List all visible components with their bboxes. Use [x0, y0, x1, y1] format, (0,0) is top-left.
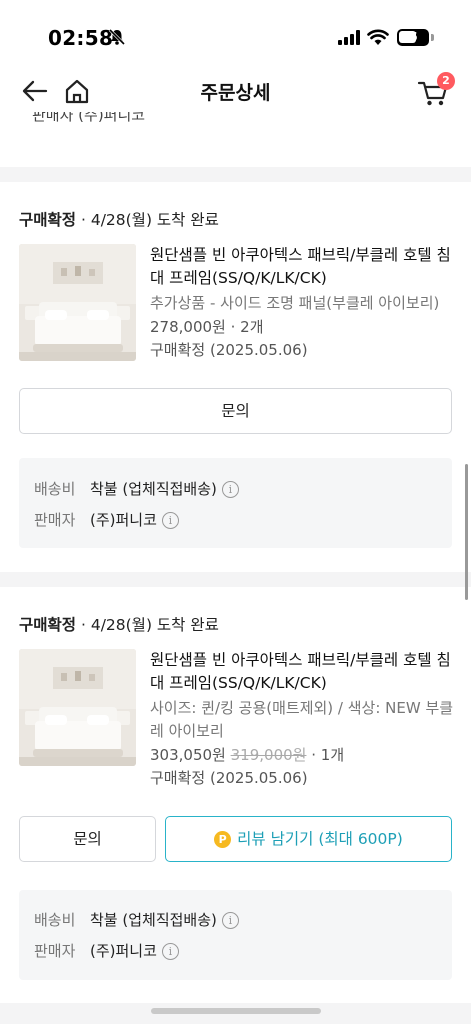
- shipping-fee-row: 배송비 착불 (업체직접배송) i: [34, 478, 239, 499]
- seller-info-icon[interactable]: i: [161, 943, 179, 960]
- seller-label: 판매자: [34, 511, 76, 529]
- scrollbar[interactable]: [465, 464, 468, 600]
- inquiry-button[interactable]: 문의: [19, 388, 452, 434]
- shipping-fee-row: 배송비 착불 (업체직접배송) i: [34, 909, 239, 930]
- order-detail-content: 판매자 (주)퍼니코 구매확정 · 4/28(월) 도착 완료 원단샘플 빈 아…: [0, 112, 471, 1024]
- product-thumbnail[interactable]: [19, 244, 136, 361]
- product-name[interactable]: 원단샘플 빈 아쿠아텍스 패브릭/부클레 호텔 침대 프레임(SS/Q/K/LK…: [150, 244, 455, 290]
- battery-icon: 55: [397, 29, 429, 46]
- write-review-button[interactable]: P 리뷰 남기기 (최대 600P): [165, 816, 452, 862]
- bed-image: [19, 244, 136, 361]
- purchase-confirm-date: 구매확정 (2025.05.06): [150, 341, 308, 359]
- write-review-label: 리뷰 남기기 (최대 600P): [237, 830, 403, 848]
- wifi-icon: [367, 29, 389, 45]
- shipping-info-icon[interactable]: i: [221, 481, 239, 498]
- shipping-fee-value: 착불 (업체직접배송): [90, 480, 217, 498]
- seller-value: (주)퍼니코: [90, 942, 157, 960]
- purchase-confirm-date: 구매확정 (2025.05.06): [150, 769, 308, 787]
- previous-order-info-partial: 판매자 (주)퍼니코: [0, 112, 471, 167]
- product-thumbnail[interactable]: [19, 649, 136, 766]
- bed-image: [19, 649, 136, 766]
- order-status-label: 구매확정: [19, 211, 77, 229]
- order-arrival-text: · 4/28(월) 도착 완료: [76, 616, 219, 634]
- app-header: 주문상세 2: [0, 72, 471, 112]
- cellular-signal-icon: [338, 30, 360, 45]
- product-option: 추가상품 - 사이드 조명 패널(부클레 아이보리): [150, 294, 440, 312]
- product-name[interactable]: 원단샘플 빈 아쿠아텍스 패브릭/부클레 호텔 침대 프레임(SS/Q/K/LK…: [150, 649, 455, 695]
- seller-row: 판매자 (주)퍼니코 i: [34, 509, 179, 530]
- order-item-card: 구매확정 · 4/28(월) 도착 완료 원단샘플 빈 아쿠아텍스 패브릭/부클…: [0, 182, 471, 572]
- status-time: 02:58: [48, 26, 114, 50]
- product-quantity: · 1개: [306, 746, 345, 764]
- partial-seller-row: 판매자 (주)퍼니코: [32, 112, 146, 124]
- shipping-fee-label: 배송비: [34, 911, 76, 929]
- product-price-row: 303,050원 319,000원 · 1개: [150, 744, 344, 767]
- product-quantity: · 2개: [225, 318, 264, 336]
- product-option: 사이즈: 퀸/킹 공용(매트제외) / 색상: NEW 부클레 아이보리: [150, 699, 454, 740]
- order-status-label: 구매확정: [19, 616, 77, 634]
- cart-count-badge: 2: [437, 72, 455, 90]
- order-arrival-text: · 4/28(월) 도착 완료: [76, 211, 219, 229]
- shipping-fee-value: 착불 (업체직접배송): [90, 911, 217, 929]
- seller-row: 판매자 (주)퍼니코 i: [34, 940, 179, 961]
- seller-info-icon[interactable]: i: [161, 512, 179, 529]
- seller-value: (주)퍼니코: [90, 511, 157, 529]
- shipping-info-icon[interactable]: i: [221, 912, 239, 929]
- page-title: 주문상세: [200, 82, 271, 104]
- order-status: 구매확정 · 4/28(월) 도착 완료: [19, 208, 219, 230]
- seller-label: 판매자: [34, 942, 76, 960]
- shipping-fee-label: 배송비: [34, 480, 76, 498]
- order-item-card: 구매확정 · 4/28(월) 도착 완료 원단샘플 빈 아쿠아텍스 패브릭/부클…: [0, 587, 471, 1003]
- product-price: 278,000원: [150, 318, 226, 336]
- inquiry-button[interactable]: 문의: [19, 816, 156, 862]
- battery-level: 55: [401, 30, 418, 44]
- product-price: 303,050원: [150, 746, 226, 764]
- order-status: 구매확정 · 4/28(월) 도착 완료: [19, 613, 219, 635]
- delivery-info-box: 배송비 착불 (업체직접배송) i 판매자 (주)퍼니코 i: [19, 458, 452, 548]
- status-bar: 02:58 55: [0, 0, 471, 72]
- home-indicator[interactable]: [151, 1008, 321, 1014]
- delivery-info-box: 배송비 착불 (업체직접배송) i 판매자 (주)퍼니코 i: [19, 890, 452, 980]
- original-price: 319,000원: [230, 746, 307, 764]
- point-coin-icon: P: [214, 831, 232, 848]
- battery-cap: [431, 34, 434, 41]
- bell-off-icon: [108, 28, 126, 46]
- product-price-row: 278,000원 · 2개: [150, 316, 264, 339]
